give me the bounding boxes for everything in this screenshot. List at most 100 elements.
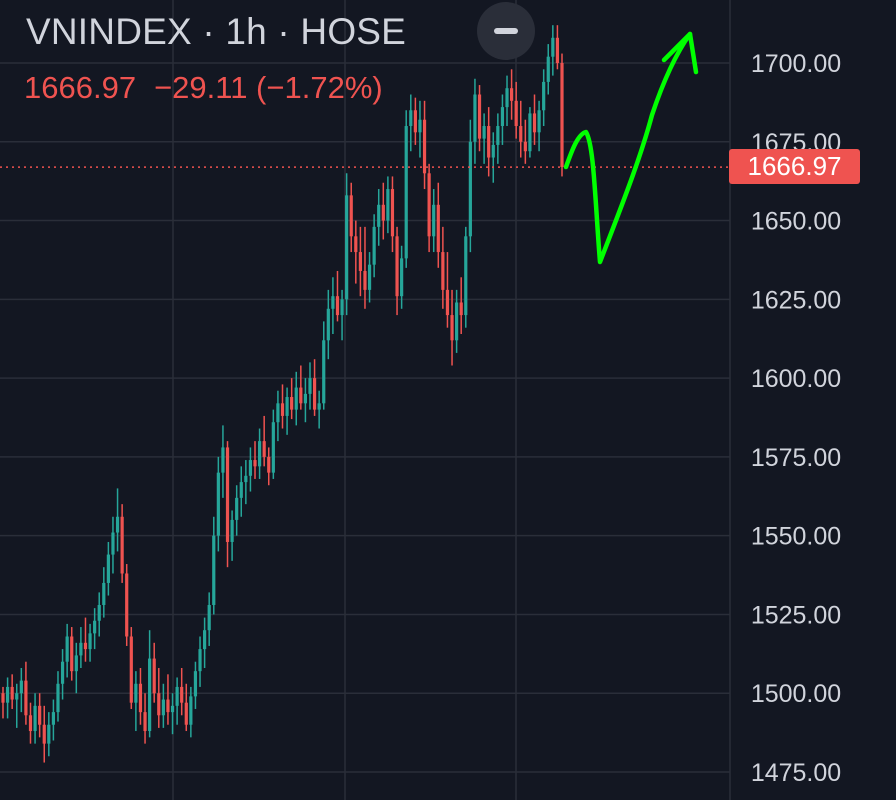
candle-body <box>83 642 88 650</box>
candle <box>464 226 468 328</box>
candle <box>491 132 495 183</box>
candle <box>267 447 271 486</box>
candle <box>482 113 486 164</box>
price-change-value: −29.11 (−1.72%) <box>154 70 383 105</box>
candle <box>354 220 358 284</box>
candle <box>322 321 326 410</box>
candle <box>519 100 523 158</box>
candle-body <box>203 630 207 650</box>
candle <box>198 636 202 687</box>
candle-body <box>129 636 133 703</box>
candle <box>125 564 129 646</box>
candle <box>487 107 491 177</box>
candle <box>276 390 280 442</box>
candle-body <box>335 296 340 316</box>
candle-body <box>1 693 5 703</box>
candle-body <box>5 686 10 703</box>
candle <box>207 592 211 646</box>
candle <box>180 668 184 716</box>
candle-body <box>143 712 147 732</box>
candle <box>10 674 14 709</box>
candle <box>193 661 198 709</box>
candle-body <box>79 642 83 656</box>
candle-body <box>125 573 129 637</box>
candle-body <box>519 126 523 142</box>
candle <box>413 97 417 145</box>
candle-body <box>271 422 275 473</box>
candle <box>422 100 427 190</box>
candle-body <box>221 447 225 473</box>
candle-body <box>157 693 161 716</box>
candle-body <box>395 236 399 297</box>
candle-body <box>280 403 285 416</box>
candle <box>427 163 431 253</box>
y-tick-label: 1625.00 <box>751 286 841 314</box>
candle-body <box>88 633 92 650</box>
candle-body <box>390 189 395 237</box>
candle-body <box>253 460 257 467</box>
candle <box>445 252 450 328</box>
candle <box>79 627 83 669</box>
y-tick-label: 1475.00 <box>751 759 841 787</box>
hand-drawn-arrow-drawing <box>563 31 693 265</box>
candle <box>257 428 262 479</box>
candle-body <box>299 387 303 404</box>
candle <box>203 617 207 669</box>
candle-body <box>161 699 165 716</box>
candle-body <box>555 37 560 63</box>
candle <box>312 359 317 416</box>
candle-body <box>505 88 509 108</box>
y-tick-label: 1575.00 <box>751 444 841 472</box>
candle <box>381 182 385 240</box>
candle-body <box>358 252 362 271</box>
candle-body <box>111 532 115 555</box>
candle-body <box>198 649 202 672</box>
candle <box>294 371 298 426</box>
candle <box>235 485 239 536</box>
candle-body <box>19 680 23 694</box>
candle <box>60 649 65 700</box>
candle-body <box>97 604 101 621</box>
candle-body <box>422 119 427 174</box>
candle <box>106 541 110 596</box>
candle <box>97 592 101 637</box>
candle-body <box>93 620 97 634</box>
candle <box>175 677 179 725</box>
candle-body <box>138 683 143 713</box>
candle <box>51 699 56 741</box>
candle <box>546 44 550 95</box>
candle <box>65 623 69 678</box>
last-price-value: 1666.97 <box>24 70 137 105</box>
last-price-tag: 1666.97 <box>729 149 860 184</box>
candle-body <box>106 554 110 583</box>
candle <box>290 378 294 420</box>
price-chart[interactable]: 1475.00 1500.00 1525.00 1550.00 1575.00 1600.… <box>0 0 896 800</box>
candle <box>15 683 19 728</box>
candle-body <box>225 447 230 542</box>
candle <box>143 693 147 744</box>
candle <box>157 668 161 728</box>
candle <box>299 365 303 410</box>
symbol-title[interactable]: VNINDEX · 1h · HOSE <box>26 11 406 53</box>
candle-body <box>386 189 390 221</box>
y-tick-label: 1700.00 <box>751 50 841 78</box>
candle-body <box>377 204 381 227</box>
candle <box>134 671 138 732</box>
candle <box>230 510 234 561</box>
candle-body <box>65 636 69 662</box>
candle-body <box>367 264 372 290</box>
candle-body <box>464 236 468 316</box>
candle-body <box>326 308 330 341</box>
candle-body <box>51 712 56 725</box>
candle-body <box>413 110 417 133</box>
collapse-button[interactable] <box>477 2 535 60</box>
candle <box>244 460 248 505</box>
candle <box>216 456 220 552</box>
candle-body <box>546 56 550 82</box>
candle <box>303 378 308 423</box>
candle-body <box>500 107 505 127</box>
candle <box>271 409 275 479</box>
candle <box>33 693 37 744</box>
chart-grid <box>0 0 731 800</box>
candle-body <box>166 699 170 713</box>
